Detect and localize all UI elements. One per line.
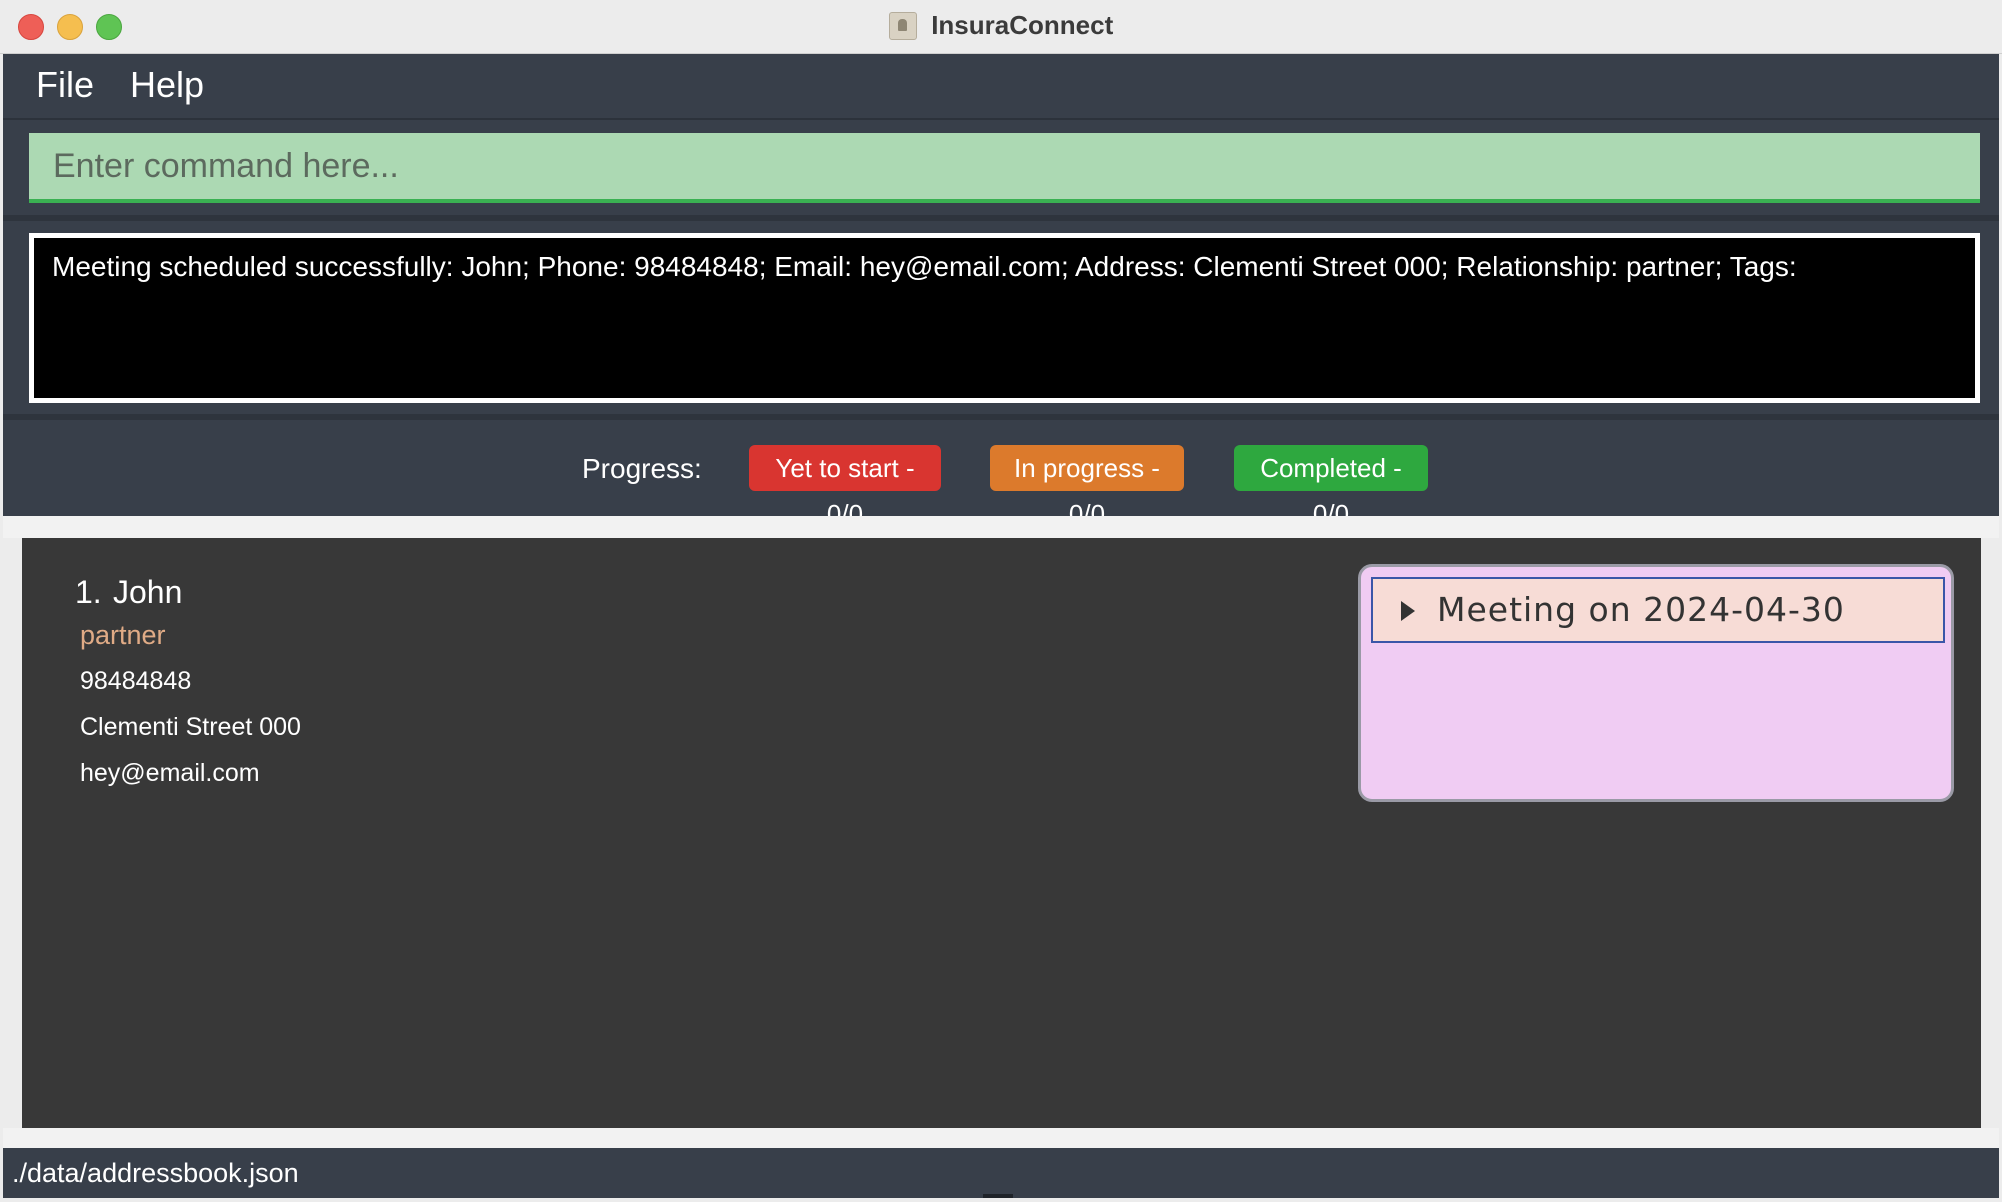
panel-gap xyxy=(3,516,1999,538)
meeting-list: Meeting on 2024-04-30 xyxy=(1358,564,1954,802)
menu-bar: File Help xyxy=(3,54,1999,120)
divider xyxy=(3,414,1999,420)
header-area: Meeting scheduled successfully: John; Ph… xyxy=(3,120,1999,529)
title-bar: InsuraConnect xyxy=(0,0,2002,54)
meeting-item[interactable]: Meeting on 2024-04-30 xyxy=(1371,577,1945,643)
window-title-group: InsuraConnect xyxy=(0,10,2002,41)
person-list[interactable]: 1. John partner 98484848 Clementi Street… xyxy=(22,538,1981,1128)
window-title: InsuraConnect xyxy=(931,10,1114,40)
progress-label: Progress: xyxy=(582,453,702,484)
menu-help[interactable]: Help xyxy=(130,64,204,106)
person-name: John xyxy=(113,574,183,610)
command-box xyxy=(29,133,1980,203)
command-input[interactable] xyxy=(29,133,1980,199)
person-email: hey@email.com xyxy=(80,759,260,787)
data-file-path: ./data/addressbook.json xyxy=(12,1158,299,1188)
divider xyxy=(3,215,1999,221)
panel-gap xyxy=(3,1128,1999,1148)
app-window: InsuraConnect File Help Meeting schedule… xyxy=(0,0,2002,1202)
person-phone: 98484848 xyxy=(80,667,192,695)
yet-to-start-badge: Yet to start - 0/0 xyxy=(749,445,941,529)
person-index: 1. xyxy=(75,574,102,610)
meeting-title: Meeting on 2024-04-30 xyxy=(1437,590,1845,629)
expand-arrow-icon[interactable] xyxy=(1401,601,1415,621)
status-scroll-indicator xyxy=(983,1194,1013,1198)
status-bar: ./data/addressbook.json xyxy=(3,1148,1999,1198)
person-card-icon xyxy=(888,11,917,40)
person-relationship: partner xyxy=(80,620,166,650)
result-display: Meeting scheduled successfully: John; Ph… xyxy=(29,233,1980,403)
menu-file[interactable]: File xyxy=(36,64,94,106)
progress-bar-row: Progress: Yet to start - 0/0 In progress… xyxy=(3,445,1999,529)
person-address: Clementi Street 000 xyxy=(80,713,301,741)
in-progress-badge: In progress - 0/0 xyxy=(990,445,1184,529)
person-card[interactable]: 1. John partner 98484848 Clementi Street… xyxy=(22,538,1981,808)
completed-badge: Completed - 0/0 xyxy=(1234,445,1428,529)
